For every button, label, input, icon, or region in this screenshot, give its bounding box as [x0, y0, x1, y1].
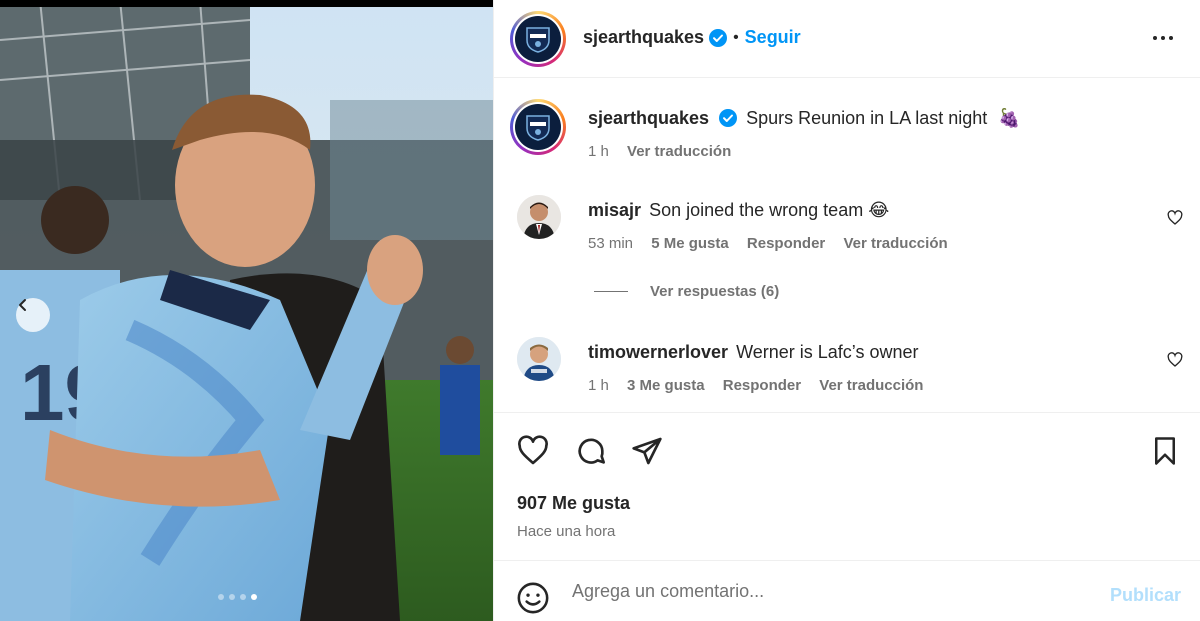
- comment-time: 53 min: [588, 235, 634, 252]
- post-actions: 907 Me gusta Hace una hora: [494, 412, 1200, 560]
- comment-translate-link[interactable]: Ver traducción: [843, 235, 947, 252]
- carousel-dot: [240, 594, 246, 600]
- quakes-logo-icon: [526, 27, 550, 53]
- carousel-dots: [218, 594, 257, 600]
- comment-bubble-icon[interactable]: [574, 435, 608, 467]
- comment-time: 1 h: [588, 377, 609, 394]
- comment-username[interactable]: timowernerlover: [588, 342, 728, 362]
- header-separator: •: [733, 28, 739, 46]
- comment-text: Werner is Lafc’s owner: [736, 342, 919, 362]
- heart-icon[interactable]: [516, 435, 550, 467]
- caption-emoji: 🍇: [998, 108, 1021, 128]
- caption-time: 1 h: [588, 143, 609, 160]
- comment-username[interactable]: misajr: [588, 200, 641, 220]
- carousel-dot: [218, 594, 224, 600]
- post-time: Hace una hora: [517, 523, 616, 540]
- more-options-icon[interactable]: [1151, 26, 1175, 50]
- comment-text: Son joined the wrong team 😂: [649, 200, 890, 220]
- bookmark-icon[interactable]: [1150, 435, 1180, 467]
- add-comment-bar: Publicar: [494, 560, 1200, 621]
- comment-translate-link[interactable]: Ver traducción: [819, 377, 923, 394]
- caption-translate-link[interactable]: Ver traducción: [627, 143, 731, 160]
- comment-likes[interactable]: 5 Me gusta: [651, 235, 729, 252]
- comment-reply-button[interactable]: Responder: [723, 377, 801, 394]
- likes-count[interactable]: 907 Me gusta: [517, 493, 630, 514]
- post-header: sjearthquakes • Seguir: [494, 0, 1200, 78]
- verified-badge-icon: [719, 109, 738, 127]
- carousel-prev-button[interactable]: [16, 298, 50, 332]
- media-top-edge: [0, 0, 493, 7]
- share-paper-plane-icon[interactable]: [630, 435, 664, 467]
- author-avatar[interactable]: [510, 11, 566, 67]
- chevron-left-icon: [19, 299, 26, 311]
- comment-input[interactable]: [572, 581, 1072, 602]
- caption-text: Spurs Reunion in LA last night: [746, 108, 988, 128]
- post-media[interactable]: 19: [0, 0, 493, 621]
- follow-button[interactable]: Seguir: [745, 27, 801, 48]
- caption-author-avatar[interactable]: [510, 99, 566, 155]
- post-photo: 19: [0, 0, 493, 621]
- avatar-photo: [517, 195, 561, 239]
- comment-reply-button[interactable]: Responder: [747, 235, 825, 252]
- caption-username[interactable]: sjearthquakes: [588, 108, 709, 128]
- commenter-avatar[interactable]: [517, 195, 561, 239]
- publish-button[interactable]: Publicar: [1110, 585, 1181, 606]
- emoji-smiley-icon[interactable]: [516, 581, 550, 615]
- comment-like-heart-icon[interactable]: [1167, 210, 1183, 226]
- carousel-dot-active: [251, 594, 257, 600]
- view-replies-label: Ver respuestas (6): [650, 283, 780, 300]
- replies-divider: [594, 291, 628, 292]
- author-username[interactable]: sjearthquakes: [583, 27, 704, 48]
- comment-like-heart-icon[interactable]: [1167, 352, 1183, 368]
- comment-likes[interactable]: 3 Me gusta: [627, 377, 705, 394]
- commenter-avatar[interactable]: [517, 337, 561, 381]
- quakes-logo-icon: [526, 115, 550, 141]
- post-side-panel: sjearthquakes • Seguir sjearthquakes Spu…: [493, 0, 1200, 621]
- verified-badge-icon: [709, 28, 728, 47]
- view-replies-button[interactable]: Ver respuestas (6): [594, 283, 779, 300]
- carousel-dot: [229, 594, 235, 600]
- avatar-photo: [517, 337, 561, 381]
